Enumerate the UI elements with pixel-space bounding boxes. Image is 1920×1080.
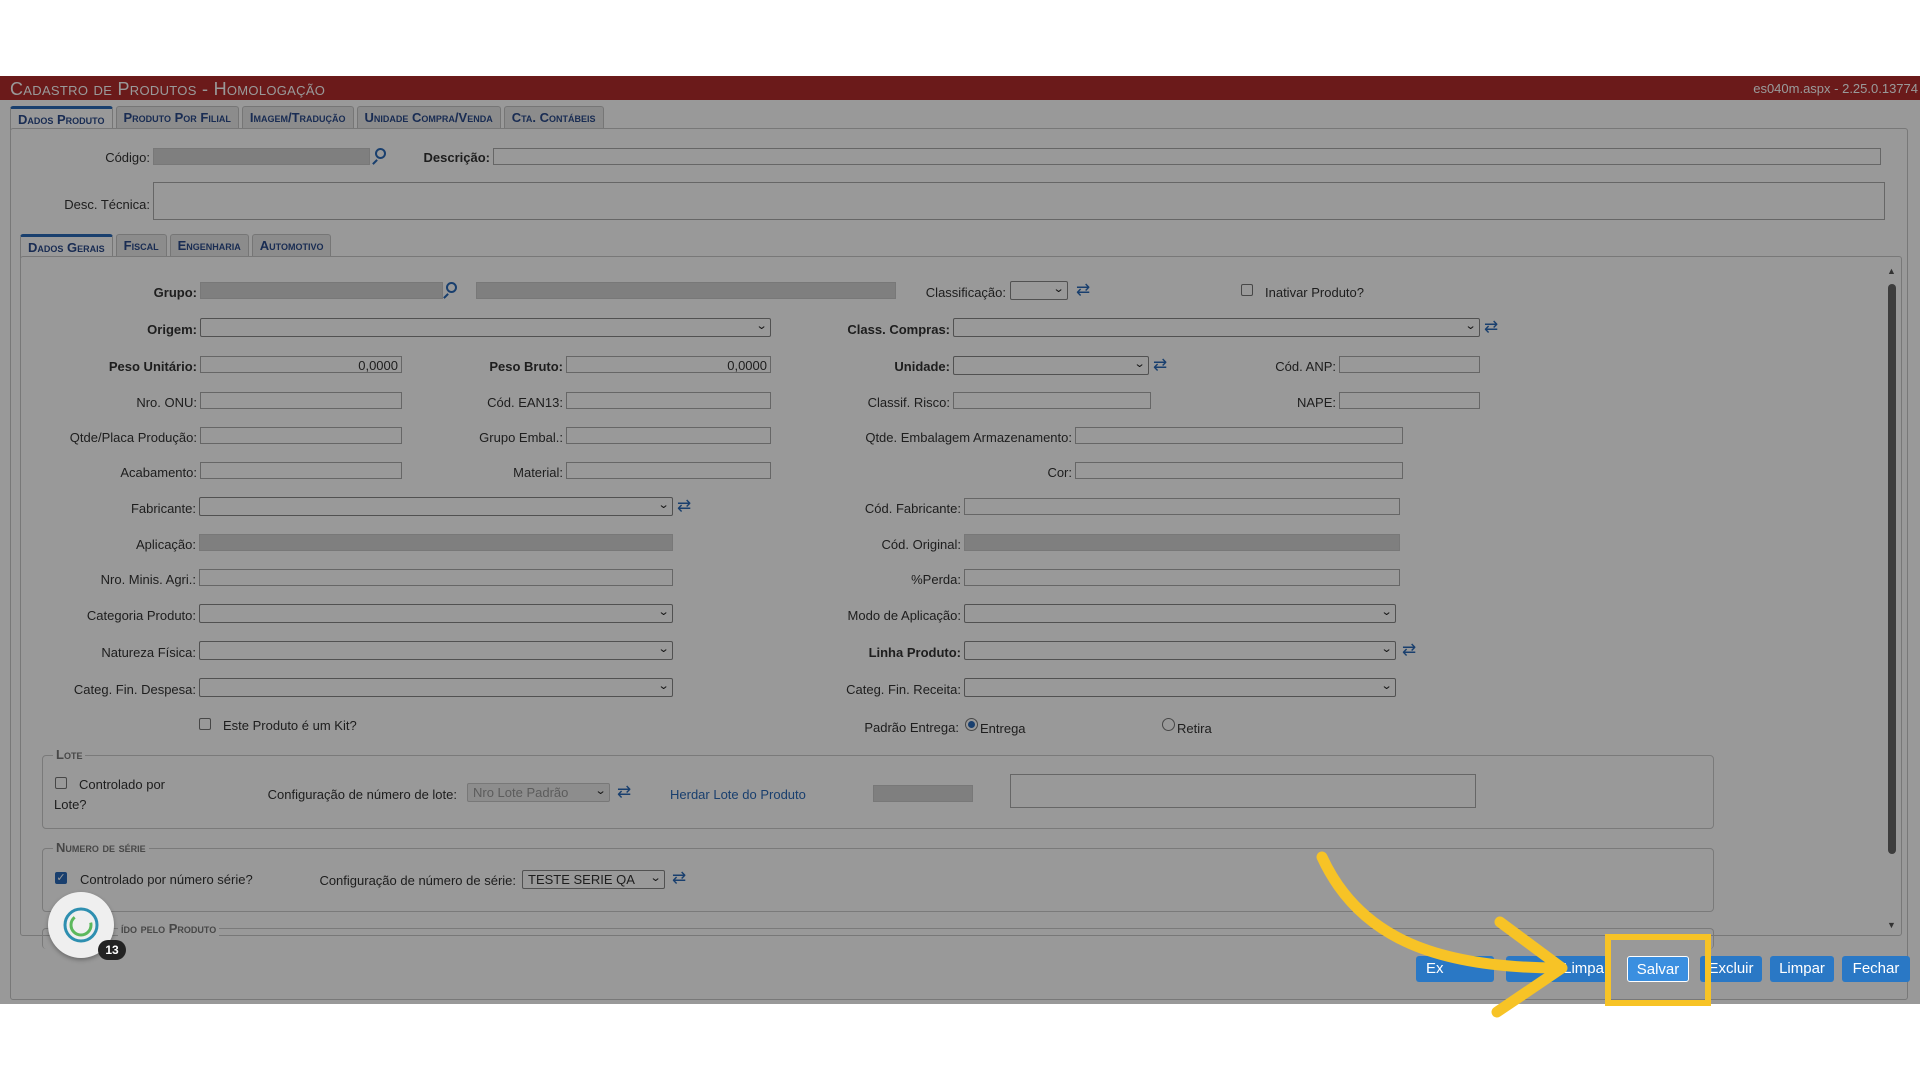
annotation-arrow-icon	[1316, 851, 1568, 1018]
